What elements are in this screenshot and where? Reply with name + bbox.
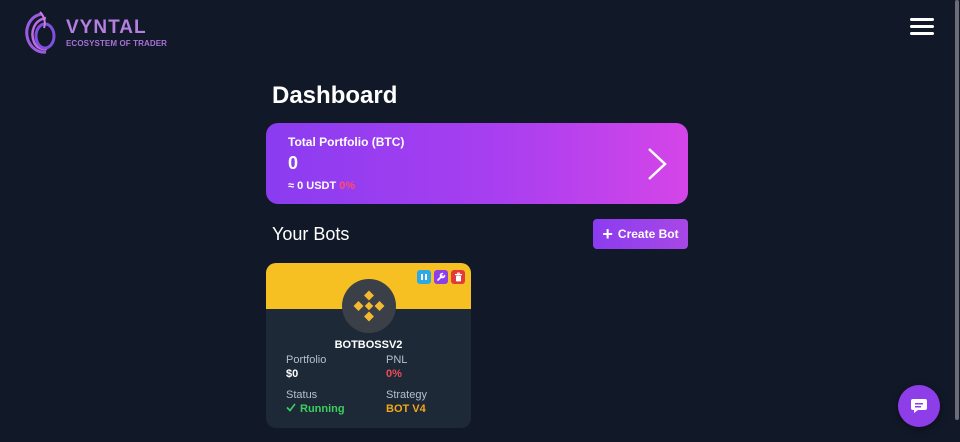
pnl-field-value: 0% [386, 368, 402, 380]
bot-name: BOTBOSSV2 [334, 339, 403, 351]
scrollbar-thumb[interactable] [955, 0, 959, 420]
strategy-field-value: BOT V4 [386, 403, 426, 415]
brand-name: VYNTAL [66, 17, 147, 38]
binance-logo-shape [353, 290, 385, 322]
brand-tagline: ECOSYSTEM OF TRADER [66, 39, 168, 48]
create-bot-button[interactable]: + Create Bot [593, 219, 688, 249]
binance-icon [342, 279, 396, 333]
delete-bot-button[interactable] [451, 270, 465, 284]
page-scrollbar[interactable] [954, 0, 960, 442]
portfolio-usdt-row: ≈ 0 USDT 0% [288, 180, 355, 192]
status-text: Running [300, 403, 345, 415]
portfolio-usdt-value: ≈ 0 USDT [288, 180, 337, 192]
portfolio-change: 0% [339, 180, 356, 192]
portfolio-field-label: Portfolio [286, 354, 327, 366]
portfolio-value: 0 [288, 153, 299, 173]
vyntal-logo-icon [25, 11, 56, 54]
plus-icon: + [602, 224, 613, 244]
chat-support-button[interactable] [898, 385, 940, 427]
brand-logo-link[interactable]: VYNTAL ECOSYSTEM OF TRADER [22, 10, 167, 56]
bot-card[interactable]: BOTBOSSV2 Portfolio $0 PNL 0% Status Run… [266, 263, 471, 428]
status-field-label: Status [286, 389, 318, 401]
pause-bot-button[interactable] [417, 270, 431, 284]
total-portfolio-card[interactable]: Total Portfolio (BTC) 0 ≈ 0 USDT 0% [266, 123, 688, 204]
strategy-field-label: Strategy [386, 389, 427, 401]
pnl-field-label: PNL [386, 354, 408, 366]
page-title: Dashboard [272, 82, 398, 109]
page: VYNTAL ECOSYSTEM OF TRADER Dashboard Tot… [0, 0, 960, 442]
check-icon [286, 403, 296, 412]
status-field-value: Running [286, 403, 345, 415]
create-bot-label: Create Bot [617, 227, 679, 241]
edit-bot-button[interactable] [434, 270, 448, 284]
chat-icon [911, 399, 927, 413]
your-bots-heading: Your Bots [272, 224, 350, 244]
chevron-right-icon[interactable] [646, 147, 668, 181]
bot-actions [414, 270, 465, 284]
hamburger-menu-icon[interactable] [910, 18, 934, 38]
portfolio-field-value: $0 [286, 368, 299, 380]
portfolio-label: Total Portfolio (BTC) [288, 135, 405, 149]
pause-icon [421, 274, 427, 280]
trash-icon [454, 272, 462, 282]
wrench-icon [437, 272, 446, 281]
